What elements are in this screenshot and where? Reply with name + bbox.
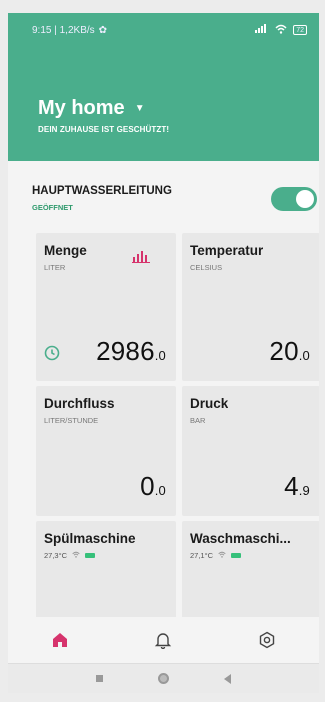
status-right: 72 — [255, 24, 307, 37]
wifi-icon — [72, 551, 80, 560]
status-bar: 9:15 | 1,2KB/s ✿ 72 — [8, 13, 319, 47]
bottom-navigation — [8, 617, 319, 663]
card-durchfluss[interactable]: Durchfluss LITER/STUNDE 0.0 — [36, 386, 176, 516]
clock-icon[interactable] — [44, 345, 60, 361]
device-meta: 27,1°C — [190, 551, 242, 560]
card-druck[interactable]: Druck BAR 4.9 — [182, 386, 319, 516]
nav-home[interactable] — [40, 622, 80, 658]
home-status: DEIN ZUHAUSE IST GESCHÜTZT! — [38, 125, 170, 134]
battery-level: 72 — [296, 26, 304, 34]
card-waschmaschine[interactable]: Waschmaschi... 27,1°C — [182, 521, 319, 621]
nav-notifications[interactable] — [143, 622, 183, 658]
battery-icon — [231, 553, 242, 558]
nav-settings[interactable] — [247, 622, 287, 658]
back-button[interactable] — [224, 673, 232, 684]
toggle-knob — [296, 190, 314, 208]
card-value-int: 4 — [284, 471, 299, 501]
main-water-line: HAUPTWASSERLEITUNG GEÖFFNET — [32, 185, 317, 215]
card-unit: BAR — [190, 416, 206, 425]
recents-button[interactable] — [95, 675, 103, 682]
card-value-int: 0 — [140, 471, 155, 501]
card-unit: LITER — [44, 263, 66, 272]
status-left: 9:15 | 1,2KB/s ✿ — [32, 25, 107, 36]
card-title: Spülmaschine — [44, 531, 136, 546]
bell-icon — [155, 633, 172, 649]
home-system-button[interactable] — [157, 673, 169, 684]
battery-icon: 72 — [293, 25, 307, 35]
card-value: 2986.0 — [96, 336, 166, 367]
card-unit: CELSIUS — [190, 263, 223, 272]
wifi-icon — [275, 24, 287, 37]
card-value: 4.9 — [284, 471, 310, 502]
card-temperatur[interactable]: Temperatur CELSIUS 20.0 — [182, 233, 319, 381]
card-spuelmaschine[interactable]: Spülmaschine 27,3°C — [36, 521, 176, 621]
device-temp: 27,1°C — [190, 551, 214, 560]
card-value-dec: .9 — [298, 483, 310, 498]
bar-chart-icon[interactable] — [132, 249, 150, 263]
card-value-dec: .0 — [154, 483, 166, 498]
card-value: 0.0 — [140, 471, 166, 502]
sync-icon: ✿ — [98, 24, 108, 36]
card-title: Druck — [190, 396, 229, 411]
home-icon — [52, 633, 67, 647]
app-header: 9:15 | 1,2KB/s ✿ 72 My home ▼ DEIN ZUHAU… — [8, 13, 319, 161]
home-name: My home — [38, 97, 125, 119]
card-title: Waschmaschi... — [190, 531, 291, 546]
home-selector[interactable]: My home ▼ — [38, 97, 145, 120]
main-water-line-title: HAUPTWASSERLEITUNG — [32, 185, 172, 197]
card-value-dec: .0 — [154, 348, 166, 363]
settings-icon — [259, 631, 275, 649]
card-value-int: 2986 — [96, 336, 155, 366]
card-value-dec: .0 — [298, 348, 310, 363]
card-title: Durchfluss — [44, 396, 115, 411]
status-time: 9:15 | 1,2KB/s — [32, 24, 95, 36]
card-title: Menge — [44, 243, 87, 258]
app-screen: 9:15 | 1,2KB/s ✿ 72 My home ▼ DEIN ZUHAU… — [8, 13, 319, 693]
main-water-line-toggle[interactable] — [271, 187, 317, 211]
main-water-line-status: GEÖFFNET — [32, 203, 73, 212]
battery-icon — [85, 553, 96, 558]
system-navigation — [8, 663, 319, 693]
card-title: Temperatur — [190, 243, 264, 258]
chevron-down-icon: ▼ — [134, 103, 145, 114]
wifi-icon — [218, 551, 226, 560]
card-unit: LITER/STUNDE — [44, 416, 99, 425]
card-value: 20.0 — [269, 336, 310, 367]
device-temp: 27,3°C — [44, 551, 68, 560]
device-meta: 27,3°C — [44, 551, 96, 560]
signal-icon — [255, 24, 269, 36]
card-value-int: 20 — [269, 336, 299, 366]
card-menge[interactable]: Menge LITER 2986.0 — [36, 233, 176, 381]
